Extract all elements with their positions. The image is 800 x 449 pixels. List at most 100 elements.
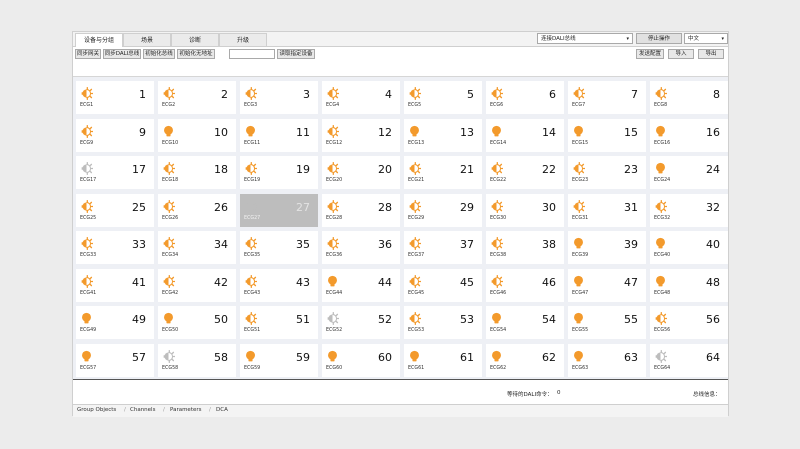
device-cell[interactable]: ECG49 49: [76, 306, 154, 339]
device-cell[interactable]: ECG4 4: [322, 81, 400, 114]
import-button[interactable]: 导入: [668, 49, 694, 59]
device-cell[interactable]: ECG44 44: [322, 268, 400, 302]
light-bulb-icon: [572, 310, 585, 324]
device-cell[interactable]: ECG29 29: [404, 193, 482, 227]
language-select[interactable]: 中文 ▾: [684, 33, 728, 44]
device-cell[interactable]: ECG5 5: [404, 81, 482, 114]
device-cell[interactable]: ECG62 62: [486, 343, 564, 377]
chevron-down-icon: ▾: [721, 36, 724, 42]
tab-devices-groups[interactable]: 设备与分组: [75, 33, 123, 47]
tab-parameters[interactable]: Parameters: [170, 407, 201, 413]
device-cell[interactable]: ECG50 50: [158, 306, 236, 339]
device-cell[interactable]: ECG19 19: [240, 156, 318, 189]
device-cell[interactable]: ECG63 63: [568, 343, 646, 377]
device-cell[interactable]: ECG34 34: [158, 231, 236, 264]
device-cell[interactable]: ECG18 18: [158, 156, 236, 189]
light-bulb-icon: [572, 273, 585, 286]
dimmer-icon: [80, 123, 94, 138]
device-cell[interactable]: ECG40 40: [650, 231, 728, 264]
device-cell[interactable]: ECG10 10: [158, 118, 236, 152]
device-cell[interactable]: ECG13 13: [404, 118, 482, 152]
tab-channels[interactable]: Channels: [130, 407, 155, 413]
chevron-down-icon: ▾: [626, 36, 629, 42]
device-cell[interactable]: ECG36 36: [322, 231, 400, 264]
export-button[interactable]: 导出: [698, 49, 724, 59]
device-cell[interactable]: ECG9 9: [76, 118, 154, 152]
device-label: ECG59: [244, 365, 261, 371]
tab-dca[interactable]: DCA: [216, 407, 228, 413]
light-bulb-icon: [654, 160, 667, 174]
device-cell[interactable]: ECG12 12: [322, 118, 400, 152]
tab-scenes[interactable]: 场景: [123, 33, 171, 46]
device-cell[interactable]: ECG1 1: [76, 81, 154, 114]
device-cell[interactable]: ECG48 48: [650, 268, 728, 302]
device-cell[interactable]: ECG7 7: [568, 81, 646, 114]
device-number: 46: [542, 275, 556, 289]
device-cell[interactable]: ECG3 3: [240, 81, 318, 114]
device-cell[interactable]: ECG54 54: [486, 306, 564, 339]
device-cell[interactable]: ECG35 35: [240, 231, 318, 264]
device-cell[interactable]: ECG22 22: [486, 156, 564, 189]
device-cell[interactable]: ECG23 23: [568, 156, 646, 189]
device-cell[interactable]: ECG27 27: [240, 193, 318, 227]
device-cell[interactable]: ECG30 30: [486, 193, 564, 227]
light-bulb-icon: [326, 348, 339, 361]
tab-group-objects[interactable]: Group Objects: [77, 407, 116, 413]
device-cell[interactable]: ECG39 39: [568, 231, 646, 264]
device-cell[interactable]: ECG16 16: [650, 118, 728, 152]
send-config-button[interactable]: 发送配置: [636, 49, 664, 59]
tab-upgrade[interactable]: 升级: [219, 33, 267, 46]
device-cell[interactable]: ECG46 46: [486, 268, 564, 302]
device-label: ECG58: [162, 365, 179, 371]
device-number: 61: [460, 350, 474, 364]
device-cell[interactable]: ECG55 55: [568, 306, 646, 339]
device-cell[interactable]: ECG25 25: [76, 193, 154, 227]
device-cell[interactable]: ECG37 37: [404, 231, 482, 264]
device-cell[interactable]: ECG45 45: [404, 268, 482, 302]
device-cell[interactable]: ECG38 38: [486, 231, 564, 264]
device-cell[interactable]: ECG57 57: [76, 343, 154, 377]
device-cell[interactable]: ECG20 20: [322, 156, 400, 189]
device-cell[interactable]: ECG47 47: [568, 268, 646, 302]
device-address-input[interactable]: [229, 49, 275, 59]
sync-gateway-button[interactable]: 同步网关: [75, 49, 101, 59]
device-cell[interactable]: ECG64 64: [650, 343, 728, 377]
init-bus-button[interactable]: 初始化总线: [143, 49, 175, 59]
device-cell[interactable]: ECG53 53: [404, 306, 482, 339]
device-cell[interactable]: ECG31 31: [568, 193, 646, 227]
init-no-address-button[interactable]: 初始化无地址: [177, 49, 215, 59]
device-cell[interactable]: ECG51 51: [240, 306, 318, 339]
device-cell[interactable]: ECG60 60: [322, 343, 400, 377]
light-bulb-icon: [572, 123, 585, 136]
device-cell[interactable]: ECG52 52: [322, 306, 400, 339]
device-label: ECG38: [490, 253, 507, 258]
sync-dali-bus-button[interactable]: 同步DALI总线: [103, 49, 141, 59]
stop-button[interactable]: 停止操作: [636, 33, 682, 44]
device-cell[interactable]: ECG2 2: [158, 81, 236, 114]
device-cell[interactable]: ECG8 8: [650, 81, 728, 114]
device-cell[interactable]: ECG15 15: [568, 118, 646, 152]
device-cell[interactable]: ECG33 33: [76, 231, 154, 264]
device-cell[interactable]: ECG26 26: [158, 193, 236, 227]
device-cell[interactable]: ECG6 6: [486, 81, 564, 114]
device-cell[interactable]: ECG56 56: [650, 306, 728, 339]
bus-select[interactable]: 连接DALI总线 ▾: [537, 33, 633, 44]
device-cell[interactable]: ECG24 24: [650, 156, 728, 189]
device-cell[interactable]: ECG32 32: [650, 193, 728, 227]
device-cell[interactable]: ECG42 42: [158, 268, 236, 302]
device-cell[interactable]: ECG61 61: [404, 343, 482, 377]
read-device-button[interactable]: 读取指定设备: [277, 49, 315, 59]
tab-diagnostics[interactable]: 诊断: [171, 33, 219, 46]
device-cell[interactable]: ECG43 43: [240, 268, 318, 302]
device-cell[interactable]: ECG14 14: [486, 118, 564, 152]
device-label: ECG22: [490, 178, 507, 183]
device-number: 20: [378, 163, 392, 176]
dimmer-icon: [326, 123, 340, 138]
device-cell[interactable]: ECG41 41: [76, 268, 154, 302]
device-cell[interactable]: ECG11 11: [240, 118, 318, 152]
device-cell[interactable]: ECG28 28: [322, 193, 400, 227]
device-cell[interactable]: ECG21 21: [404, 156, 482, 189]
device-cell[interactable]: ECG58 58: [158, 343, 236, 377]
device-cell[interactable]: ECG17 17: [76, 156, 154, 189]
device-cell[interactable]: ECG59 59: [240, 343, 318, 377]
